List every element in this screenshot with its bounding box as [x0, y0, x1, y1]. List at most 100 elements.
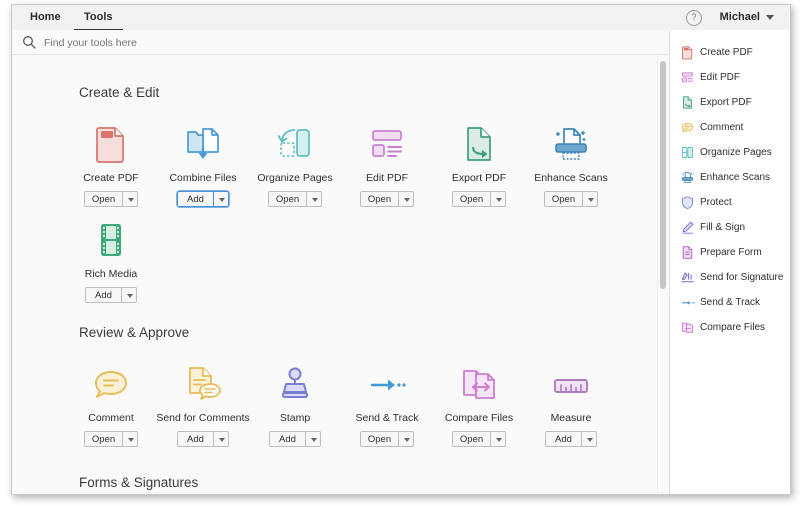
tool-action-dropdown[interactable]	[122, 431, 139, 447]
tool-label: Measure	[550, 412, 592, 424]
tool-action-button[interactable]: Open	[359, 431, 399, 447]
rail-item-organize-pages[interactable]: Organize Pages	[670, 142, 790, 163]
rail-item-compare-files[interactable]: Compare Files	[670, 317, 790, 338]
tool-action-dropdown[interactable]	[398, 431, 415, 447]
rail-item-label: Edit PDF	[700, 72, 741, 83]
rail-item-label: Organize Pages	[700, 147, 772, 158]
create-pdf-icon	[674, 45, 700, 60]
user-menu[interactable]: Michael	[720, 5, 760, 30]
section-title-forms-signatures: Forms & Signatures	[79, 475, 199, 490]
tool-action-button[interactable]: Open	[543, 191, 583, 207]
tool-tile-enhance-scans[interactable]: Enhance Scans Open	[517, 117, 625, 207]
tool-action-button[interactable]: Open	[267, 191, 307, 207]
tool-action-button[interactable]: Add	[177, 431, 213, 447]
edit-pdf-icon	[674, 70, 700, 85]
tool-action-button[interactable]: Add	[85, 287, 121, 303]
tool-action-button[interactable]: Open	[451, 431, 491, 447]
rail-item-create-pdf[interactable]: Create PDF	[670, 42, 790, 63]
tab-home-label: Home	[30, 11, 61, 23]
user-name-label: Michael	[719, 11, 760, 23]
search-icon	[22, 35, 36, 54]
tool-label: Rich Media	[84, 268, 138, 280]
tool-action-group: Add	[545, 431, 597, 447]
tool-action-button[interactable]: Open	[451, 191, 491, 207]
rail-item-fill-and-sign[interactable]: Fill & Sign	[670, 217, 790, 238]
send-and-track-icon	[674, 295, 700, 310]
rail-item-prepare-form[interactable]: Prepare Form	[670, 242, 790, 263]
measure-icon	[517, 357, 625, 405]
rail-item-edit-pdf[interactable]: Edit PDF	[670, 67, 790, 88]
organize-pages-icon	[674, 145, 700, 160]
tool-action-button[interactable]: Open	[83, 191, 123, 207]
scrollbar-thumb[interactable]	[660, 61, 666, 289]
rail-item-label: Create PDF	[700, 47, 753, 58]
prepare-form-icon	[674, 245, 700, 260]
chevron-down-icon[interactable]	[766, 15, 774, 20]
tool-label: Enhance Scans	[534, 172, 608, 184]
send-for-signature-icon	[674, 270, 700, 285]
export-pdf-icon	[674, 95, 700, 110]
tool-action-dropdown[interactable]	[122, 191, 139, 207]
help-icon[interactable]: ?	[686, 10, 702, 26]
tool-action-button[interactable]: Open	[359, 191, 399, 207]
rail-item-label: Send for Signature	[700, 272, 784, 283]
fill-and-sign-icon	[674, 220, 700, 235]
tool-action-dropdown[interactable]	[490, 431, 507, 447]
protect-icon	[674, 195, 700, 210]
tool-action-dropdown[interactable]	[305, 431, 321, 447]
rail-item-protect[interactable]: Protect	[670, 192, 790, 213]
tool-action-button[interactable]: Open	[83, 431, 123, 447]
tool-action-group: Add	[269, 431, 321, 447]
tool-action-group: Open	[359, 431, 415, 447]
tool-tile-measure[interactable]: Measure Add	[517, 357, 625, 447]
tools-panel: Create & Edit Review & Approve Forms & S…	[12, 55, 662, 493]
rail-item-enhance-scans[interactable]: Enhance Scans	[670, 167, 790, 188]
rail-item-send-and-track[interactable]: Send & Track	[670, 292, 790, 313]
tool-action-dropdown[interactable]	[121, 287, 137, 303]
section-title-review-approve: Review & Approve	[79, 325, 190, 340]
tool-action-dropdown[interactable]	[581, 431, 597, 447]
enhance-scans-icon	[517, 117, 625, 165]
vertical-scrollbar[interactable]	[657, 55, 669, 493]
tool-action-group: Open	[543, 191, 599, 207]
search-input[interactable]	[42, 30, 426, 56]
rail-item-label: Fill & Sign	[700, 222, 746, 233]
tool-action-group: Add	[176, 190, 230, 208]
tool-action-dropdown[interactable]	[213, 431, 229, 447]
rail-item-export-pdf[interactable]: Export PDF	[670, 92, 790, 113]
tool-action-group: Open	[359, 191, 415, 207]
tool-action-group: Open	[83, 431, 139, 447]
help-icon-glyph: ?	[691, 12, 697, 22]
tool-action-dropdown[interactable]	[398, 191, 415, 207]
rail-item-label: Comment	[700, 122, 744, 133]
tool-action-button[interactable]: Add	[177, 191, 213, 207]
tool-action-dropdown[interactable]	[306, 191, 323, 207]
compare-files-icon	[674, 320, 700, 335]
application-window: Home Tools ? Michael Create & Edit Revie…	[11, 4, 791, 495]
rail-item-label: Enhance Scans	[700, 172, 771, 183]
rail-item-label: Send & Track	[700, 297, 761, 308]
tool-action-dropdown[interactable]	[213, 191, 229, 207]
rail-item-comment[interactable]: Comment	[670, 117, 790, 138]
tool-action-button[interactable]: Add	[545, 431, 581, 447]
enhance-scans-icon	[674, 170, 700, 185]
tab-tools-label: Tools	[84, 11, 113, 23]
tab-home[interactable]: Home	[20, 5, 71, 29]
rail-item-send-for-signature[interactable]: Send for Signature	[670, 267, 790, 288]
rail-item-label: Export PDF	[700, 97, 752, 108]
rail-item-label: Protect	[700, 197, 732, 208]
tab-bar: Home Tools ? Michael	[12, 5, 790, 31]
tool-action-group: Open	[267, 191, 323, 207]
tool-tile-rich-media[interactable]: Rich Media Add	[57, 213, 165, 303]
rail-item-label: Compare Files	[700, 322, 766, 333]
tool-action-dropdown[interactable]	[582, 191, 599, 207]
rich-media-icon	[57, 213, 165, 261]
tool-action-dropdown[interactable]	[490, 191, 507, 207]
tool-action-button[interactable]: Add	[269, 431, 305, 447]
tool-action-group: Add	[85, 287, 137, 303]
section-title-create-edit: Create & Edit	[79, 85, 160, 100]
comment-icon	[674, 120, 700, 135]
tool-action-group: Open	[451, 431, 507, 447]
tool-action-group: Add	[177, 431, 229, 447]
tab-tools[interactable]: Tools	[74, 5, 123, 31]
